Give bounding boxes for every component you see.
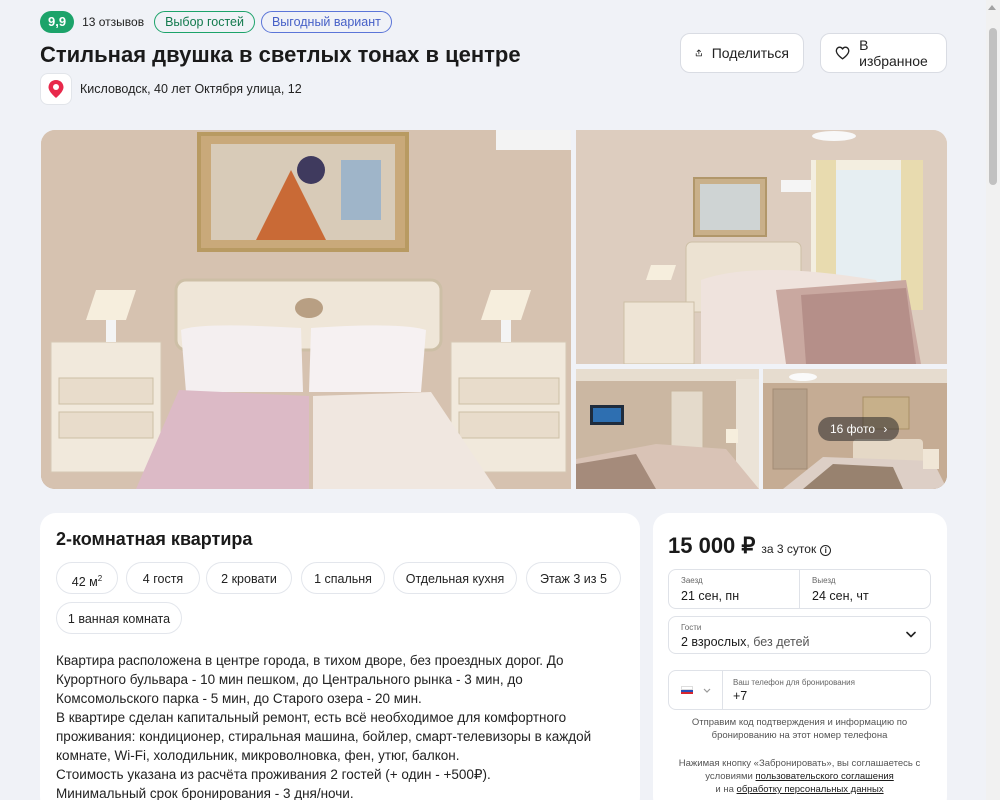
phone-label: Ваш телефон для бронирования — [733, 678, 855, 687]
sms-note-line: бронированию на этот номер телефона — [711, 730, 888, 741]
favorite-label: В избранное — [859, 37, 928, 69]
checkout-value: 24 сен, чт — [812, 589, 869, 603]
phone-field: Ваш телефон для бронирования +7 — [668, 670, 931, 710]
feature-chip: 2 кровати — [206, 562, 292, 594]
page-title: Стильная двушка в светлых тонах в центре — [40, 42, 521, 67]
description-line: В квартире сделан капитальный ремонт, ес… — [56, 710, 567, 725]
price-row: 15 000 ₽ за 3 суток i — [668, 533, 832, 559]
country-code-select[interactable] — [669, 671, 723, 709]
checkin-label: Заезд — [681, 576, 703, 585]
price-value: 15 000 ₽ — [668, 533, 756, 558]
scroll-thumb[interactable] — [989, 28, 997, 185]
description-line: Комсомольского парка - 5 мин, до Старого… — [56, 691, 422, 706]
all-photos-button[interactable]: 16 фото › — [818, 417, 900, 441]
russia-flag-icon — [681, 686, 693, 694]
sms-note: Отправим код подтверждения и информацию … — [668, 716, 931, 742]
heart-icon — [835, 46, 850, 60]
description-line: проживания: кондиционер, стиральная маши… — [56, 729, 592, 744]
agreement-note: Нажимая кнопку «Забронировать», вы согла… — [668, 757, 931, 796]
feature-chip: Отдельная кухня — [393, 562, 517, 594]
checkin-value: 21 сен, пн — [681, 589, 740, 603]
checkout-label: Выезд — [812, 576, 836, 585]
map-pin-icon[interactable] — [40, 73, 72, 105]
photo-count-label: 16 фото — [830, 422, 875, 436]
guests-select[interactable]: Гости 2 взрослых, без детей — [668, 616, 931, 654]
guest-choice-tag: Выбор гостей — [154, 11, 255, 33]
price-period: за 3 суток — [761, 542, 817, 556]
share-button[interactable]: Поделиться — [680, 33, 804, 73]
booking-card: 15 000 ₽ за 3 суток i Заезд 21 сен, пн В… — [653, 513, 947, 800]
agreement-line: условиями пользовательского соглашения — [668, 770, 931, 783]
badges-row: 9,9 13 отзывов Выбор гостей Выгодный вар… — [40, 11, 392, 33]
chevron-down-icon — [906, 631, 916, 638]
agreement-prefix: и на — [715, 784, 737, 795]
feature-chip: 4 гостя — [126, 562, 200, 594]
page-scrollbar[interactable] — [986, 0, 1000, 800]
good-deal-tag: Выгодный вариант — [260, 11, 392, 33]
agreement-prefix: условиями — [705, 771, 756, 782]
guests-children: , без детей — [746, 635, 810, 649]
chevron-right-icon: › — [883, 422, 888, 436]
main-photo[interactable] — [41, 130, 571, 489]
feature-chip: Этаж 3 из 5 — [526, 562, 621, 594]
user-agreement-link[interactable]: пользовательского соглашения — [756, 771, 894, 782]
phone-value: +7 — [733, 689, 748, 703]
area-value: 42 м — [71, 575, 98, 590]
share-label: Поделиться — [711, 45, 789, 61]
description-text: Квартира расположена в центре города, в … — [56, 651, 616, 800]
checkout-field[interactable]: Выезд 24 сен, чт — [799, 570, 930, 608]
reviews-link[interactable]: 13 отзывов — [82, 15, 144, 29]
feature-chip: 1 спальня — [301, 562, 385, 594]
scroll-up-arrow-icon[interactable] — [988, 5, 996, 10]
address-text: Кисловодск, 40 лет Октября улица, 12 — [80, 82, 302, 96]
share-icon — [695, 49, 702, 57]
photo-bedroom-tv[interactable] — [576, 369, 759, 489]
agreement-line: Нажимая кнопку «Забронировать», вы согла… — [678, 758, 921, 769]
description-line: Курортного бульвара - 10 мин пешком, до … — [56, 672, 523, 687]
description-line: Минимальный срок бронирования - 3 дня/но… — [56, 786, 354, 800]
personal-data-link[interactable]: обработку персональных данных — [737, 784, 884, 795]
guests-label: Гости — [681, 623, 702, 632]
guests-value: 2 взрослых, без детей — [681, 635, 918, 649]
description-line: Квартира расположена в центре города, в … — [56, 653, 564, 668]
sms-note-line: Отправим код подтверждения и информацию … — [691, 717, 908, 728]
photo-bedroom-wide[interactable] — [576, 130, 947, 364]
feature-chip-area: 42 м2 — [56, 562, 118, 594]
description-line: комнате, Wi-Fi, холодильник, микроволнов… — [56, 748, 460, 763]
description-line: Стоимость указана из расчёта проживания … — [56, 767, 491, 782]
chevron-down-icon — [703, 688, 711, 693]
address-row[interactable]: Кисловодск, 40 лет Октября улица, 12 — [40, 73, 302, 105]
apartment-type-title: 2-комнатная квартира — [56, 529, 253, 549]
checkin-field[interactable]: Заезд 21 сен, пн — [669, 570, 799, 608]
agreement-line: и на обработку персональных данных — [668, 783, 931, 796]
guests-adults: 2 взрослых — [681, 635, 747, 649]
phone-input[interactable]: Ваш телефон для бронирования +7 — [723, 671, 865, 709]
favorite-button[interactable]: В избранное — [820, 33, 947, 73]
info-icon[interactable]: i — [820, 545, 832, 556]
area-unit-sup: 2 — [97, 574, 103, 583]
dates-field: Заезд 21 сен, пн Выезд 24 сен, чт — [668, 569, 931, 609]
feature-chip: 1 ванная комната — [56, 602, 182, 634]
listing-details-card: 2-комнатная квартира 42 м2 4 гостя 2 кро… — [40, 513, 640, 800]
rating-badge: 9,9 — [40, 11, 75, 33]
